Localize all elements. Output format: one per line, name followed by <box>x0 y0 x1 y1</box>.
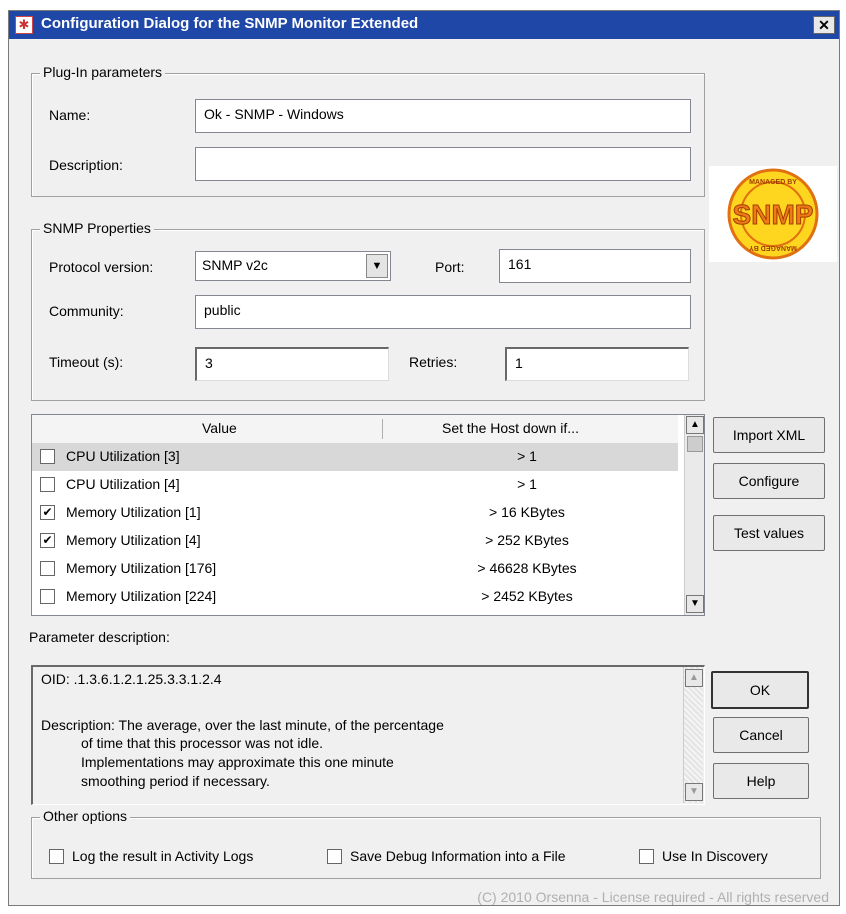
scroll-thumb[interactable] <box>687 436 703 452</box>
snmp-logo-text: SNMP <box>733 199 814 230</box>
dialog-window: ✱ Configuration Dialog for the SNMP Moni… <box>8 10 840 906</box>
list-item[interactable]: ✔ Memory Utilization [1] > 16 KBytes <box>32 499 678 527</box>
log-activity-checkbox[interactable]: Log the result in Activity Logs <box>49 846 253 864</box>
desc-line-cont-3: smoothing period if necessary. <box>81 773 270 789</box>
list-header: Value Set the Host down if... <box>32 415 678 444</box>
desc-scroll-up-icon[interactable]: ▲ <box>685 669 703 687</box>
desc-scroll-down-icon[interactable]: ▼ <box>685 783 703 801</box>
column-condition[interactable]: Set the Host down if... <box>442 420 579 436</box>
snmp-logo-ring-top: MANAGED BY <box>749 179 797 186</box>
desc-line-cont-2: Implementations may approximate this one… <box>81 754 394 770</box>
description-input[interactable] <box>195 147 691 181</box>
close-button[interactable]: ✕ <box>813 16 835 34</box>
name-label: Name: <box>49 107 91 123</box>
import-xml-button[interactable]: Import XML <box>713 417 825 453</box>
save-debug-box[interactable] <box>327 849 342 864</box>
list-item-label: Memory Utilization [224] <box>66 588 217 604</box>
list-item-condition: > 46628 KBytes <box>477 560 577 576</box>
list-item[interactable]: Memory Utilization [224] > 2452 KBytes <box>32 583 678 611</box>
column-divider <box>382 419 383 439</box>
checkbox-unchecked[interactable] <box>40 477 55 492</box>
save-debug-label: Save Debug Information into a File <box>350 848 566 864</box>
port-label: Port: <box>435 259 465 275</box>
description-label: Description: <box>49 157 123 173</box>
desc-line-cont-1: of time that this processor was not idle… <box>81 735 323 751</box>
desc-line-description: Description: The average, over the last … <box>41 717 444 733</box>
list-item-label: Memory Utilization [1] <box>66 504 201 520</box>
list-scrollbar[interactable]: ▲ ▼ <box>684 415 704 615</box>
port-input[interactable]: 161 <box>499 249 691 283</box>
values-list[interactable]: Value Set the Host down if... CPU Utiliz… <box>31 414 705 616</box>
checkbox-unchecked[interactable] <box>40 561 55 576</box>
list-item-label: CPU Utilization [3] <box>66 448 180 464</box>
snmp-logo-image: SNMP MANAGED BY MANAGED BY <box>727 168 819 260</box>
configure-button[interactable]: Configure <box>713 463 825 499</box>
timeout-input[interactable]: 3 <box>195 347 389 381</box>
retries-label: Retries: <box>409 354 458 370</box>
snmp-logo: SNMP MANAGED BY MANAGED BY <box>709 166 837 262</box>
checkbox-unchecked[interactable] <box>40 449 55 464</box>
snmp-properties-label: SNMP Properties <box>40 220 154 236</box>
list-item[interactable]: CPU Utilization [4] > 1 <box>32 471 678 499</box>
save-debug-checkbox[interactable]: Save Debug Information into a File <box>327 846 566 864</box>
desc-line-oid: OID: .1.3.6.1.2.1.25.3.3.1.2.4 <box>41 671 222 687</box>
checkbox-checked[interactable]: ✔ <box>40 505 55 520</box>
log-activity-box[interactable] <box>49 849 64 864</box>
list-item-condition: > 16 KBytes <box>489 504 565 520</box>
protocol-select[interactable]: SNMP v2c ▼ <box>195 251 391 281</box>
param-desc-label: Parameter description: <box>29 629 170 645</box>
protocol-value: SNMP v2c <box>202 257 268 273</box>
chevron-down-icon[interactable]: ▼ <box>366 254 388 278</box>
copyright-text: (C) 2010 Orsenna - License required - Al… <box>477 889 829 905</box>
snmp-logo-ring-bottom: MANAGED BY <box>749 244 797 251</box>
test-values-button[interactable]: Test values <box>713 515 825 551</box>
column-value[interactable]: Value <box>202 420 237 436</box>
window-title: Configuration Dialog for the SNMP Monito… <box>41 15 419 32</box>
list-item[interactable]: ✔ Memory Utilization [4] > 252 KBytes <box>32 527 678 555</box>
help-button[interactable]: Help <box>713 763 809 799</box>
other-options-label: Other options <box>40 808 131 824</box>
param-desc-area[interactable]: OID: .1.3.6.1.2.1.25.3.3.1.2.4 Descripti… <box>31 665 705 805</box>
scroll-down-icon[interactable]: ▼ <box>686 595 704 613</box>
use-discovery-label: Use In Discovery <box>662 848 768 864</box>
list-item[interactable]: CPU Utilization [3] > 1 <box>32 443 678 471</box>
list-item-condition: > 1 <box>517 448 537 464</box>
protocol-label: Protocol version: <box>49 259 154 275</box>
checkbox-unchecked[interactable] <box>40 589 55 604</box>
timeout-label: Timeout (s): <box>49 354 124 370</box>
list-item-label: Memory Utilization [176] <box>66 560 217 576</box>
list-item[interactable]: Memory Utilization [176] > 46628 KBytes <box>32 555 678 583</box>
title-bar[interactable]: ✱ Configuration Dialog for the SNMP Moni… <box>9 11 839 39</box>
use-discovery-box[interactable] <box>639 849 654 864</box>
list-item-condition: > 2452 KBytes <box>481 588 573 604</box>
list-item-label: Memory Utilization [4] <box>66 532 201 548</box>
retries-input[interactable]: 1 <box>505 347 689 381</box>
name-input[interactable]: Ok - SNMP - Windows <box>195 99 691 133</box>
log-activity-label: Log the result in Activity Logs <box>72 848 254 864</box>
use-discovery-checkbox[interactable]: Use In Discovery <box>639 846 768 864</box>
scroll-up-icon[interactable]: ▲ <box>686 416 704 434</box>
list-item-condition: > 1 <box>517 476 537 492</box>
checkbox-checked[interactable]: ✔ <box>40 533 55 548</box>
community-label: Community: <box>49 303 124 319</box>
desc-scrollbar[interactable]: ▲ ▼ <box>683 667 703 803</box>
ok-button[interactable]: OK <box>711 671 809 709</box>
cancel-button[interactable]: Cancel <box>713 717 809 753</box>
list-item-condition: > 252 KBytes <box>485 532 569 548</box>
plugin-params-label: Plug-In parameters <box>40 64 166 80</box>
community-input[interactable]: public <box>195 295 691 329</box>
app-icon: ✱ <box>15 16 33 34</box>
list-item-label: CPU Utilization [4] <box>66 476 180 492</box>
